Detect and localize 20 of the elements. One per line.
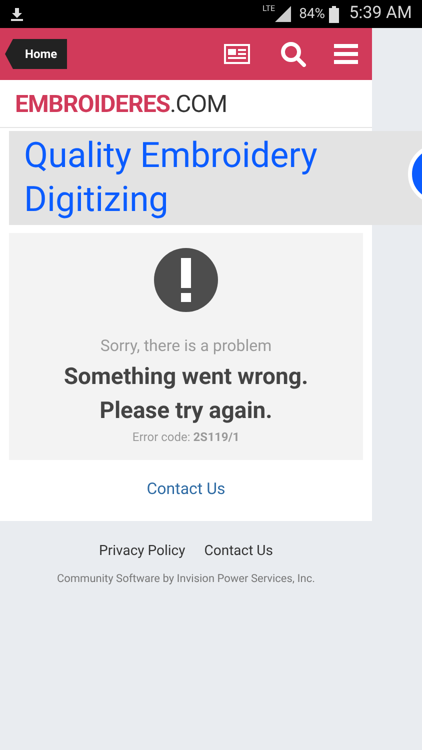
- battery-percent: 84%: [299, 4, 326, 24]
- battery-icon: [329, 6, 340, 22]
- search-icon[interactable]: [280, 41, 306, 67]
- signal-icon: [275, 6, 292, 22]
- home-button[interactable]: Home: [5, 39, 68, 69]
- error-subtitle: Sorry, there is a problem: [100, 335, 272, 357]
- error-message: Something went wrong. Please try again.: [62, 362, 310, 426]
- page-title: Quality Embroidery Digitizing: [24, 134, 318, 222]
- network-label: LTE: [262, 3, 276, 15]
- site-logo[interactable]: EMBROIDERES.COM: [15, 86, 227, 122]
- clock: 5:39 AM: [349, 2, 412, 26]
- footer-link[interactable]: Privacy Policy: [99, 541, 186, 562]
- news-icon[interactable]: [224, 44, 250, 64]
- footer-credit: Community Software by Invision Power Services, Inc.: [56, 571, 316, 587]
- download-icon: [10, 7, 24, 21]
- footer-link[interactable]: Contact Us: [204, 541, 273, 562]
- contact-link[interactable]: Contact Us: [146, 477, 226, 501]
- menu-icon[interactable]: [334, 44, 358, 64]
- exclamation-icon: [154, 248, 218, 312]
- error-code: Error code: 2S119/1: [132, 429, 240, 446]
